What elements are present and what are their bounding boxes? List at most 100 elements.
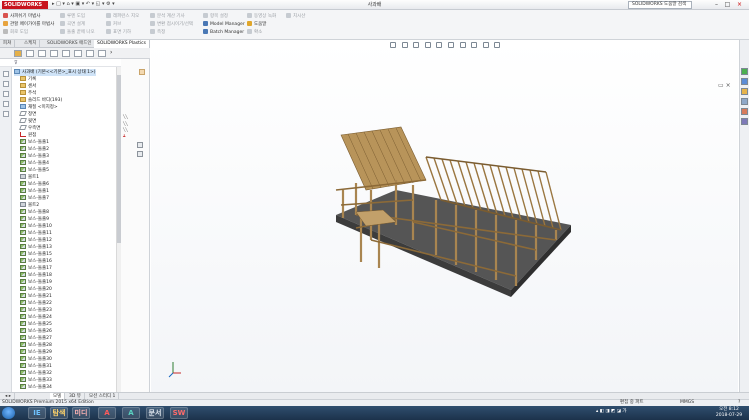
cmd-item[interactable]: 돌출 끝에 나오 (60, 29, 95, 36)
previous-view-icon[interactable] (413, 42, 420, 48)
tree-node[interactable]: 보스-돌출9 (20, 216, 49, 223)
tree-node[interactable]: 보스-돌출29 (20, 349, 52, 356)
tree-node[interactable]: 보스-돌출5 (20, 167, 49, 174)
cmd-item[interactable]: 도움말 (247, 21, 266, 28)
tree-node[interactable]: 우측면 (19, 125, 40, 132)
tree-node[interactable]: 보스-돌출33 (20, 377, 52, 384)
taskbar-app[interactable]: 탐색기 (50, 407, 68, 419)
tree-node[interactable]: 보스-돌출25 (20, 321, 52, 328)
tree-node[interactable]: 정면 (19, 111, 36, 118)
taskbar-app[interactable]: IE (28, 407, 46, 419)
cmd-item[interactable]: 동영상 녹화 (247, 13, 276, 20)
close-button[interactable]: × (735, 1, 744, 9)
tree-node[interactable]: 보스-돌출34 (20, 384, 52, 391)
tree-node[interactable]: 보스-돌출3 (20, 153, 49, 160)
cmd-item[interactable]: 회로 도입 (3, 29, 28, 36)
tree-node[interactable]: 보스-돌출32 (20, 370, 52, 377)
strip-icon[interactable] (3, 71, 9, 77)
tree-node[interactable]: 센서 (20, 83, 36, 90)
tree-node[interactable]: 보스-돌출13 (20, 244, 52, 251)
tree-node[interactable]: 보스-돌출30 (20, 356, 52, 363)
taskbar-app[interactable]: 미디어 (72, 407, 90, 419)
cmd-item[interactable]: 루멘 도입 (60, 13, 85, 20)
taskbar-app[interactable]: SW (170, 407, 188, 419)
tree-node[interactable]: 보스-돌출31 (20, 363, 52, 370)
tree-node[interactable]: 보스-돌출17 (20, 265, 52, 272)
cmd-item[interactable]: 레퍼런스 지오 (106, 13, 139, 20)
graphics-area[interactable]: ▭ × (151, 40, 738, 392)
resources-icon[interactable] (741, 68, 748, 75)
property-manager-icon[interactable] (26, 50, 34, 57)
cmd-item[interactable]: 변환 점시이기/선택 (150, 21, 193, 28)
tree-node[interactable]: 기록 (20, 76, 36, 83)
cmd-item[interactable]: 커브 (106, 21, 121, 28)
tree-node[interactable]: 볼트1 (20, 174, 39, 181)
view-palette-icon[interactable] (741, 98, 748, 105)
tree-node[interactable]: 보스-돌출2 (20, 146, 49, 153)
tree-node[interactable]: 보스-돌출1 (20, 139, 49, 146)
view-orientation-icon[interactable] (436, 42, 443, 48)
tree-node[interactable]: 보스-돌출18 (20, 272, 52, 279)
tab-addins[interactable]: SOLIDWORKS 애드인 (44, 40, 96, 48)
file-explorer-icon[interactable] (741, 88, 748, 95)
section-view-icon[interactable] (424, 42, 431, 48)
maximize-button[interactable]: □ (723, 1, 732, 9)
tree-node[interactable]: 보스-돌출24 (20, 314, 52, 321)
strip-icon[interactable] (3, 81, 9, 87)
tree-node[interactable]: 솔리드 바디(193) (20, 97, 62, 104)
tree-node[interactable]: 보스-돌출6 (20, 181, 49, 188)
tree-node[interactable]: 보스-돌출19 (20, 279, 52, 286)
tree-node[interactable]: 재질 <미지정> (20, 104, 58, 111)
hide-show-icon[interactable] (459, 42, 466, 48)
taskbar-app[interactable]: A (98, 407, 116, 419)
tab-features[interactable]: 피쳐 (0, 40, 16, 48)
tree-node[interactable]: 보스-돌출7 (20, 195, 49, 202)
color-swatch-icon[interactable] (139, 69, 145, 75)
custom-properties-icon[interactable] (741, 118, 748, 125)
tab-plastics[interactable]: SOLIDWORKS Plastics (94, 40, 150, 48)
tree-node[interactable]: 볼트2 (20, 202, 39, 209)
cmd-item[interactable]: 확소 (247, 29, 262, 36)
clock[interactable]: 오전 8:12 2018-07-29 (712, 407, 746, 419)
taskbar-app[interactable]: 문서 (146, 407, 164, 419)
cmd-item[interactable]: 곡면 설계 (60, 21, 85, 28)
tree-node[interactable]: 보스-돌출8 (20, 209, 49, 216)
tab-sketch[interactable]: 스케치 (21, 40, 41, 48)
configuration-manager-icon[interactable] (38, 50, 46, 57)
zoom-area-icon[interactable] (401, 42, 408, 48)
tray-icons[interactable]: ▴ ◧ ◨ ◩ ◪ 가 (596, 408, 627, 414)
strip-icon[interactable] (3, 101, 9, 107)
tree-node[interactable]: 주석 (20, 90, 36, 97)
tree-node[interactable]: 윗면 (19, 118, 36, 125)
tree-root[interactable]: 사과배 (기본<<기본>_표시 상태 1>) (14, 69, 96, 76)
appearance-icon[interactable] (471, 42, 478, 48)
tree-node[interactable]: 보스-돌출21 (20, 293, 52, 300)
cmd-item[interactable]: 관할 페이가이를 마법사 (3, 21, 54, 28)
cmd-item[interactable]: 분석 계산 기사 (150, 13, 185, 20)
display-manager-icon[interactable] (62, 50, 70, 57)
zoom-to-fit-icon[interactable] (390, 42, 396, 48)
scene-icon[interactable] (482, 42, 489, 48)
help-search-input[interactable]: SOLIDWORKS 도움말 검색 (628, 1, 692, 9)
tree-node[interactable]: 보스-돌출15 (20, 251, 52, 258)
tree-node[interactable]: 보스-돌출12 (20, 237, 52, 244)
start-button[interactable] (2, 407, 15, 419)
window-control-icon[interactable]: ▭ × (718, 82, 731, 89)
tree-node[interactable]: 보스-돌출20 (20, 286, 52, 293)
strip-icon[interactable] (3, 111, 9, 117)
tree-node[interactable]: 보스-돌출26 (20, 328, 52, 335)
cmd-item[interactable]: 측정 (150, 29, 165, 36)
batch-manager-button[interactable]: Batch Manager (203, 29, 244, 36)
cmd-item[interactable]: 표면 기하 (106, 29, 131, 36)
cmd-item[interactable]: 치시산 (286, 13, 305, 20)
cmd-item[interactable]: 사피쉬기 마법사 (3, 13, 40, 20)
tree-node[interactable]: 보스-돌출27 (20, 335, 52, 342)
tree-node[interactable]: 원점 (20, 132, 36, 139)
tree-node[interactable]: 보스-돌출11 (20, 230, 52, 237)
tree-node[interactable]: 보스-돌출16 (20, 258, 52, 265)
tree-node[interactable]: 보스-돌출28 (20, 342, 52, 349)
plastics-icon[interactable] (86, 50, 94, 57)
routing-icon[interactable] (98, 50, 106, 57)
dimxpert-icon[interactable] (50, 50, 58, 57)
tree-node[interactable]: 보스-돌출4 (20, 160, 49, 167)
